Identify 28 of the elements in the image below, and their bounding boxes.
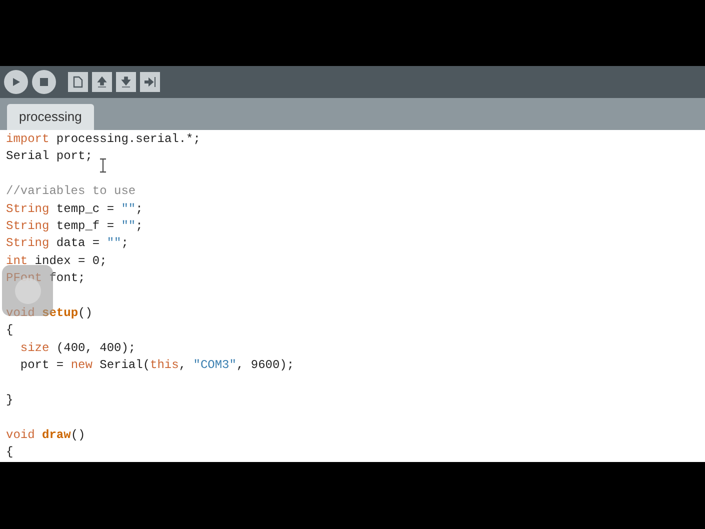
code-line: int index = 0;	[6, 252, 107, 270]
up-arrow-icon	[96, 76, 108, 88]
code-line: port = new Serial(this, "COM3", 9600);	[19, 357, 294, 374]
down-arrow-icon	[120, 76, 132, 88]
stop-button[interactable]	[32, 70, 56, 94]
stop-icon	[40, 78, 48, 86]
code-line: void draw()	[6, 426, 86, 444]
code-line: //variables to use	[6, 183, 136, 200]
download-button[interactable]	[116, 72, 136, 92]
code-line: Serial port;	[6, 148, 92, 166]
code-line: String data = "";	[6, 235, 128, 252]
document-icon	[73, 76, 83, 88]
text-cursor-icon	[99, 158, 107, 173]
new-file-button[interactable]	[68, 72, 88, 92]
code-line: import processing.serial.*;	[6, 131, 200, 148]
editor-tab[interactable]: processing	[7, 104, 94, 130]
play-icon	[11, 77, 21, 87]
code-line: String temp_f = "";	[6, 218, 143, 235]
code-line: {	[6, 322, 14, 340]
code-line: }	[6, 392, 14, 409]
code-line: PFont font;	[6, 270, 86, 288]
export-button[interactable]	[140, 72, 160, 92]
right-arrow-icon	[144, 76, 156, 88]
code-line: size (400, 400);	[19, 340, 136, 357]
code-line: String temp_c = "";	[6, 200, 143, 218]
upload-button[interactable]	[92, 72, 112, 92]
code-line: {	[6, 444, 14, 462]
run-button[interactable]	[4, 70, 28, 94]
